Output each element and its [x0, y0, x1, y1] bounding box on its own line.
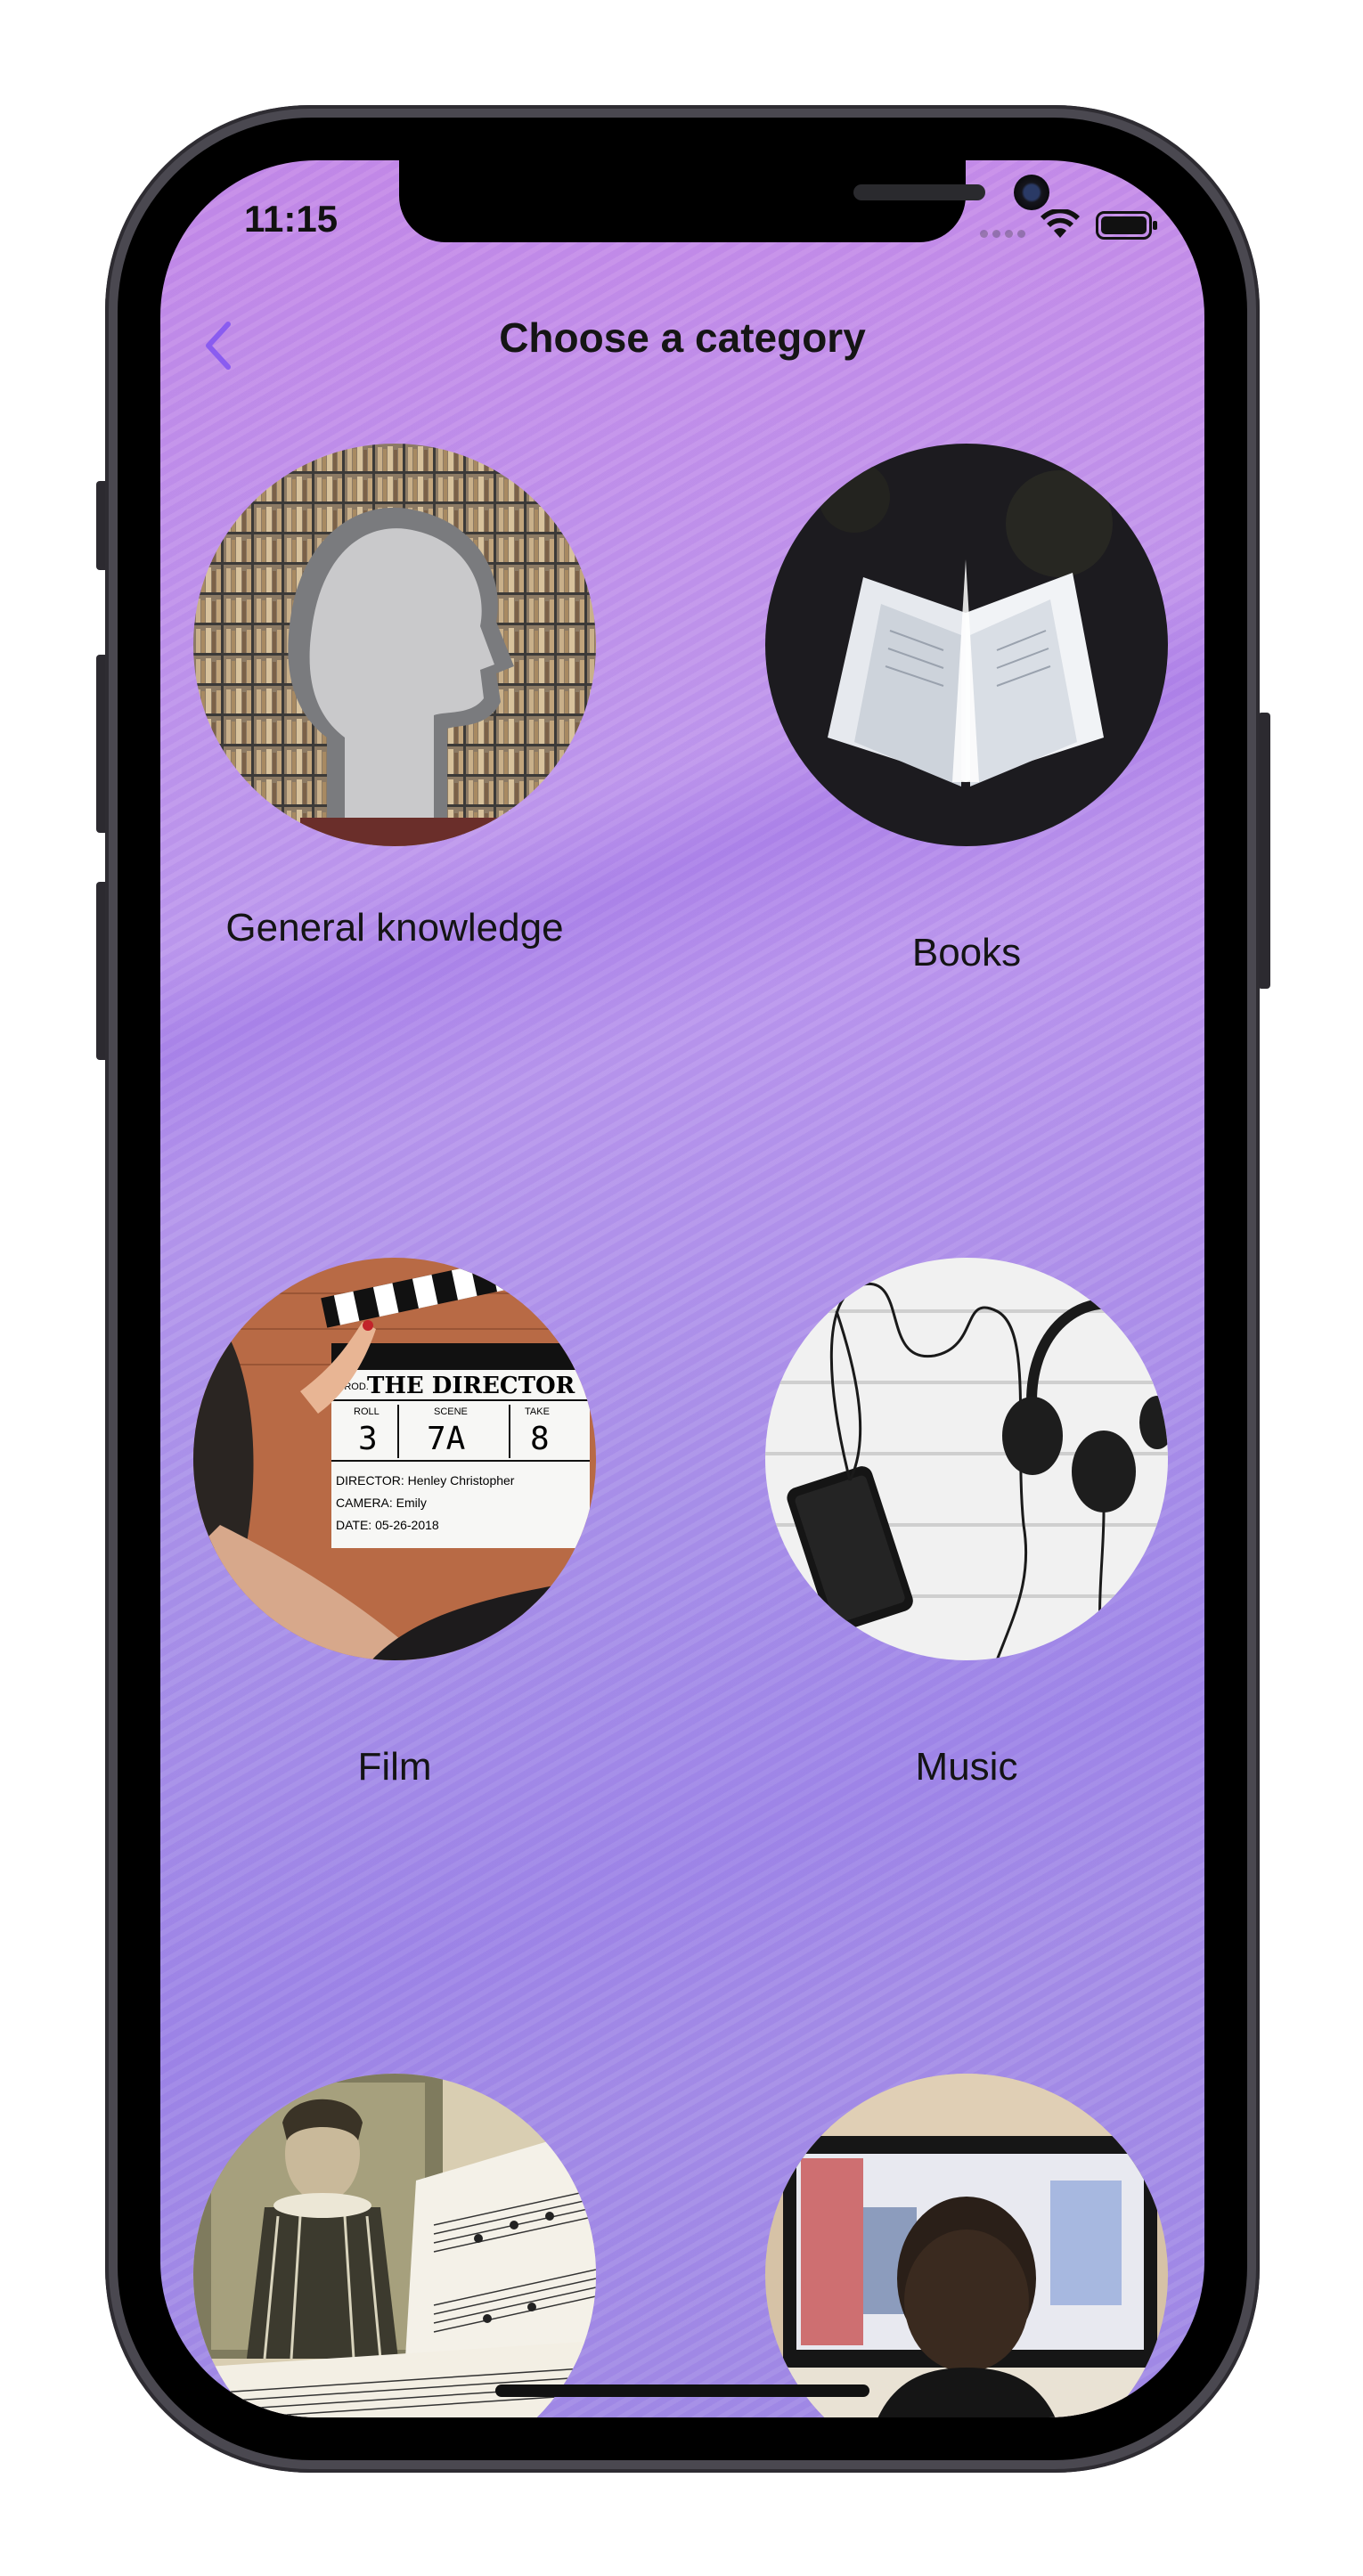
clapperboard-image: PROD. THE DIRECTOR ROLL SCENE TAKE 3 7A … — [193, 1258, 596, 1660]
home-indicator[interactable] — [495, 2384, 869, 2397]
clapperboard-scene: 7A — [427, 1421, 466, 1457]
category-tv[interactable] — [762, 2074, 1171, 2417]
app-screen: 11:15 Choose a category General knowledg… — [160, 160, 1204, 2417]
wifi-icon — [1041, 209, 1080, 238]
category-shakespeare[interactable] — [190, 2074, 600, 2417]
category-label: Books — [911, 931, 1022, 974]
shakespeare-sheet-music-image — [193, 2074, 596, 2417]
cellular-signal-icon — [980, 230, 1025, 238]
category-music[interactable]: Music — [762, 1258, 1171, 1792]
category-label: Film — [357, 1745, 432, 1789]
headphones-phone-image — [765, 1258, 1168, 1660]
category-film[interactable]: PROD. THE DIRECTOR ROLL SCENE TAKE 3 7A … — [190, 1258, 600, 1792]
status-time: 11:15 — [244, 198, 339, 240]
clapperboard-director-line: DIRECTOR: Henley Christopher — [336, 1473, 515, 1488]
page-title: Choose a category — [499, 314, 866, 361]
clapperboard-take-label: TAKE — [525, 1406, 550, 1417]
category-label: General knowledge — [225, 906, 564, 950]
child-watching-tv-image — [765, 2074, 1168, 2417]
open-book-image — [765, 444, 1168, 846]
head-bookshelf-image — [193, 444, 596, 846]
category-label: Music — [915, 1745, 1018, 1789]
clapperboard-camera-line: CAMERA: Emily — [336, 1496, 427, 1510]
clapperboard-title: THE DIRECTOR — [367, 1373, 575, 1399]
clapperboard-roll: 3 — [358, 1421, 378, 1457]
category-books[interactable]: Books — [762, 444, 1171, 978]
clapperboard-take: 8 — [530, 1421, 550, 1457]
notch — [399, 160, 1049, 242]
front-camera — [1014, 175, 1049, 210]
earpiece-speaker — [853, 184, 985, 200]
category-general-knowledge[interactable]: General knowledge — [190, 444, 600, 953]
battery-icon — [1096, 211, 1157, 240]
power-button[interactable] — [1258, 713, 1270, 989]
clapperboard-date-line: DATE: 05-26-2018 — [336, 1518, 439, 1532]
clapperboard-roll-label: ROLL — [354, 1406, 380, 1417]
clapperboard-scene-label: SCENE — [434, 1406, 468, 1417]
